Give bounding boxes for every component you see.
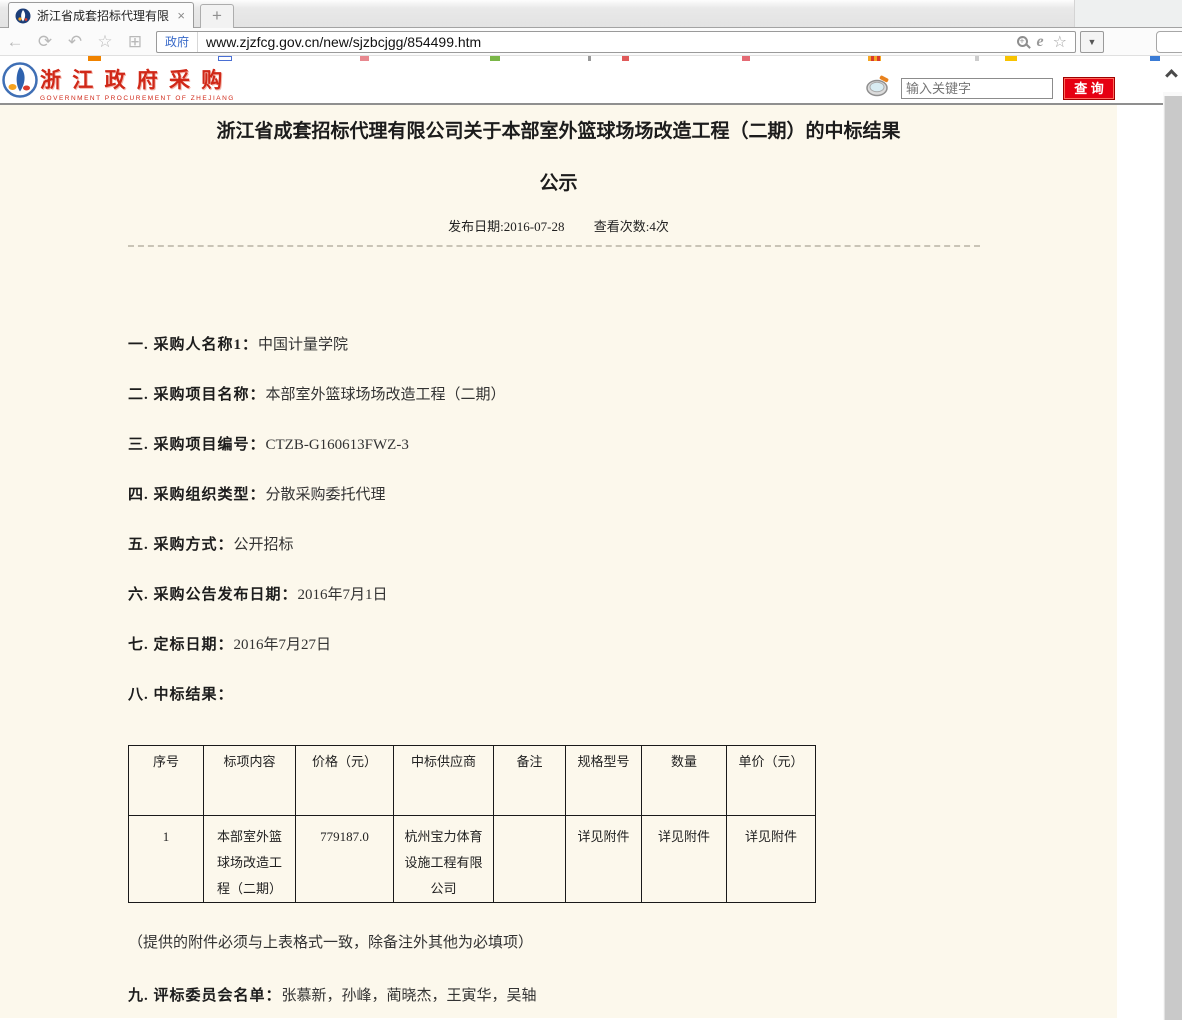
tab-title: 浙江省成套招标代理有限公 [37,7,169,24]
new-tab-button[interactable]: + [200,4,234,28]
favicon-fragment [490,56,500,61]
search-button[interactable]: 查 询 [1063,77,1115,100]
favorites-star-icon[interactable]: ☆ [90,29,120,55]
tab-close-icon[interactable]: × [175,8,187,23]
evaluation-committee-label: 九. 评标委员会名单： [128,988,282,1004]
col-header: 数量 [642,746,727,816]
list-item: 三. 采购项目编号：CTZB-G160613FWZ-3 [128,435,1117,455]
url-text[interactable]: www.zjzfcg.gov.cn/new/sjzbcjgg/854499.ht… [198,34,1017,50]
table-cell: 详见附件 [566,816,642,903]
favicon-fragment [588,56,591,61]
browser-tab[interactable]: 浙江省成套招标代理有限公 × [8,2,194,28]
chevron-up-icon [1165,69,1178,82]
back-icon[interactable]: ← [0,29,30,55]
evaluation-committee: 九. 评标委员会名单：张慕新，孙峰，蔺晓杰，王寅华，吴轴 [128,984,1117,1005]
table-cell: 1 [129,816,204,903]
ie-mode-icon[interactable]: e [1037,33,1044,51]
site-header: 浙 江 政 府 采 购 GOVERNMENT PROCUREMENT OF ZH… [0,70,1163,105]
view-count: 查看次数:4次 [594,219,669,234]
favicon-fragment [1005,56,1017,61]
col-header: 标项内容 [204,746,296,816]
article-meta: 发布日期:2016-07-28 查看次数:4次 [0,216,1117,235]
dashed-divider [128,245,980,247]
scrollbar-thumb[interactable] [1164,96,1182,1020]
table-cell: 杭州宝力体育设施工程有限公司 [394,816,494,903]
table-cell [494,816,566,903]
item-list: 一. 采购人名称1：中国计量学院 二. 采购项目名称：本部室外篮球场场改造工程（… [128,335,1117,705]
table-cell: 779187.0 [296,816,394,903]
zoom-in-icon[interactable]: + [1017,36,1028,47]
list-item: 六. 采购公告发布日期：2016年7月1日 [128,585,1117,605]
col-header: 规格型号 [566,746,642,816]
url-dropdown-icon[interactable]: ▼ [1080,31,1104,53]
list-item: 一. 采购人名称1：中国计量学院 [128,335,1117,355]
vertical-scrollbar[interactable] [1163,56,1182,1020]
address-bar[interactable]: 政府 www.zjzfcg.gov.cn/new/sjzbcjgg/854499… [156,31,1076,53]
bid-result-table: 序号 标项内容 价格（元） 中标供应商 备注 规格型号 数量 单价（元） 1 本… [128,745,816,903]
favicon-fragment [88,56,101,61]
table-row: 1 本部室外篮球场改造工程（二期） 779187.0 杭州宝力体育设施工程有限公… [129,816,816,903]
site-brand-cn: 浙 江 政 府 采 购 [40,64,235,94]
site-brand: 浙 江 政 府 采 购 GOVERNMENT PROCUREMENT OF ZH… [40,64,235,102]
apps-grid-icon[interactable]: ⊞ [120,29,150,55]
list-item: 五. 采购方式：公开招标 [128,535,1117,555]
search-input[interactable] [901,78,1053,99]
page-title-line2: 公示 [0,169,1117,199]
site-logo-icon [2,62,38,103]
attachment-note: （提供的附件必须与上表格式一致，除备注外其他为必填项） [128,931,1117,952]
site-category-badge: 政府 [157,32,198,52]
favicon-fragment [1150,56,1160,61]
table-cell: 详见附件 [642,816,727,903]
list-item: 二. 采购项目名称：本部室外篮球场场改造工程（二期） [128,385,1117,405]
scroll-up-button[interactable] [1163,56,1182,92]
list-item: 八. 中标结果： [128,685,1117,705]
favicon-fragment [975,56,979,61]
col-header: 中标供应商 [394,746,494,816]
col-header: 备注 [494,746,566,816]
tabbar-empty-area [1074,0,1182,27]
favicon-fragment [360,56,369,61]
article-content: 浙江省成套招标代理有限公司关于本部室外篮球场场改造工程（二期）的中标结果 公示 … [0,105,1117,1018]
col-header: 价格（元） [296,746,394,816]
list-item: 四. 采购组织类型：分散采购委托代理 [128,485,1117,505]
favicon-fragment [742,56,750,61]
favicon-fragment [218,56,232,61]
undo-icon[interactable]: ↶ [60,29,90,55]
browser-toolbar: ← ⟳ ↶ ☆ ⊞ 政府 www.zjzfcg.gov.cn/new/sjzbc… [0,28,1182,56]
site-brand-en: GOVERNMENT PROCUREMENT OF ZHEJIANG [40,95,235,102]
favicon-fragment [622,56,629,61]
bookmark-star-icon[interactable]: ☆ [1053,32,1067,52]
browser-window: 浙江省成套招标代理有限公 × + ← ⟳ ↶ ☆ ⊞ 政府 www.zjzfcg… [0,0,1182,1020]
page-title-line1: 浙江省成套招标代理有限公司关于本部室外篮球场场改造工程（二期）的中标结果 [0,117,1117,147]
favicon-fragment [868,56,881,61]
site-favicon-icon [15,8,31,24]
refresh-icon[interactable]: ⟳ [30,29,60,55]
table-cell: 详见附件 [727,816,816,903]
table-header-row: 序号 标项内容 价格（元） 中标供应商 备注 规格型号 数量 单价（元） [129,746,816,816]
col-header: 序号 [129,746,204,816]
toolbar-search-box-partial[interactable] [1156,31,1182,53]
table-cell: 本部室外篮球场改造工程（二期） [204,816,296,903]
col-header: 单价（元） [727,746,816,816]
tab-bar: 浙江省成套招标代理有限公 × + [0,0,1182,28]
site-search-zone: 查 询 [865,74,1115,103]
page-viewport: 浙 江 政 府 采 购 GOVERNMENT PROCUREMENT OF ZH… [0,56,1163,1020]
list-item: 七. 定标日期：2016年7月27日 [128,635,1117,655]
publish-date: 发布日期:2016-07-28 [448,219,564,234]
evaluation-committee-names: 张慕新，孙峰，蔺晓杰，王寅华，吴轴 [282,988,537,1004]
search-magnifier-icon [865,74,891,103]
